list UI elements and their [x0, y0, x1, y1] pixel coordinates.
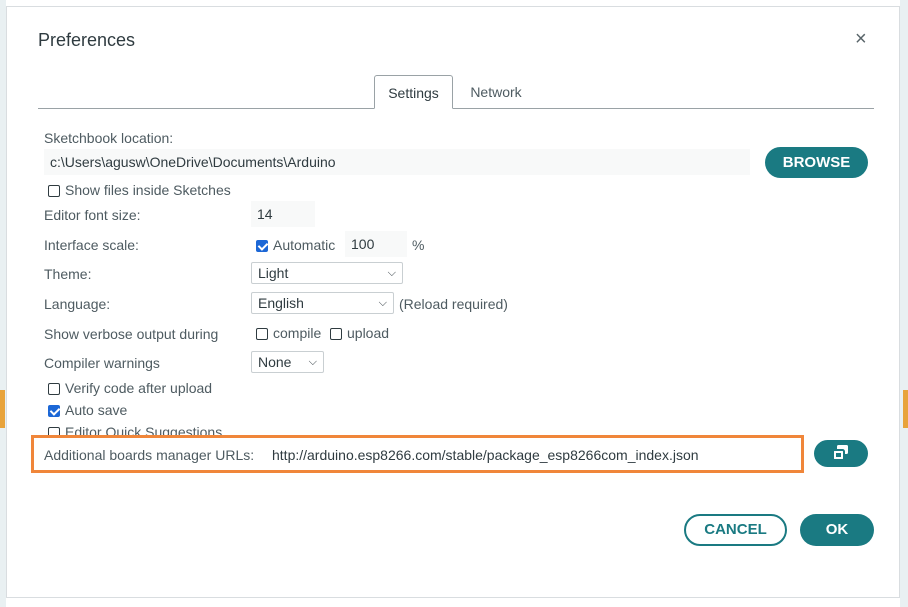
chevron-down-icon: ⌵: [387, 267, 396, 279]
board-urls-label: Additional boards manager URLs:: [44, 447, 255, 463]
ok-button[interactable]: OK: [800, 514, 874, 546]
theme-value: Light: [258, 265, 289, 281]
auto-save-checkbox-box[interactable]: [48, 405, 60, 417]
chevron-down-icon: ⌵: [308, 356, 317, 368]
show-files-checkbox-box[interactable]: [48, 185, 60, 197]
background-accent-right: [903, 390, 908, 428]
automatic-checkbox[interactable]: Automatic: [256, 237, 335, 253]
interface-scale-unit: %: [412, 237, 425, 253]
verify-label: Verify code after upload: [65, 380, 213, 396]
font-size-input[interactable]: 14: [251, 201, 315, 227]
theme-select[interactable]: Light ⌵: [251, 262, 403, 284]
background-strip-right: [900, 0, 908, 607]
dialog-title: Preferences: [38, 30, 136, 50]
board-urls-input[interactable]: http://arduino.esp8266.com/stable/packag…: [266, 442, 796, 468]
compile-checkbox[interactable]: compile: [256, 325, 321, 341]
verify-checkbox[interactable]: Verify code after upload: [48, 380, 212, 396]
interface-scale-input[interactable]: 100: [345, 231, 407, 257]
upload-checkbox-box[interactable]: [330, 328, 342, 340]
language-select[interactable]: English ⌵: [251, 292, 394, 314]
sketchbook-input[interactable]: c:\Users\agusw\OneDrive\Documents\Arduin…: [44, 149, 750, 175]
tab-network[interactable]: Network: [460, 75, 532, 109]
interface-scale-label: Interface scale:: [44, 237, 139, 253]
compile-checkbox-box[interactable]: [256, 328, 268, 340]
font-size-label: Editor font size:: [44, 207, 141, 223]
theme-label: Theme:: [44, 266, 92, 282]
upload-label: upload: [347, 325, 390, 341]
close-icon[interactable]: ×: [855, 28, 867, 51]
compile-label: compile: [273, 325, 322, 341]
show-files-checkbox[interactable]: Show files inside Sketches: [48, 182, 231, 198]
upload-checkbox[interactable]: upload: [330, 325, 389, 341]
browse-button[interactable]: BROWSE: [765, 147, 868, 178]
language-value: English: [258, 295, 304, 311]
show-files-label: Show files inside Sketches: [65, 182, 231, 198]
tab-settings[interactable]: Settings: [374, 75, 453, 109]
compiler-warnings-label: Compiler warnings: [44, 355, 160, 371]
automatic-checkbox-box[interactable]: [256, 240, 268, 252]
open-window-button[interactable]: [814, 440, 868, 467]
language-label: Language:: [44, 296, 111, 312]
verify-checkbox-box[interactable]: [48, 383, 60, 395]
reload-note: (Reload required): [399, 296, 508, 312]
cancel-button[interactable]: CANCEL: [684, 514, 787, 546]
compiler-warnings-value: None: [258, 354, 292, 370]
tabs-divider: [38, 108, 874, 109]
verbose-label: Show verbose output during: [44, 326, 219, 342]
auto-save-checkbox[interactable]: Auto save: [48, 402, 127, 418]
auto-save-label: Auto save: [65, 402, 128, 418]
chevron-down-icon: ⌵: [378, 297, 387, 309]
open-window-icon: [832, 445, 848, 461]
sketchbook-label: Sketchbook location:: [44, 130, 174, 146]
automatic-label: Automatic: [273, 237, 336, 253]
compiler-warnings-select[interactable]: None ⌵: [251, 351, 324, 373]
background-accent-left: [0, 390, 5, 428]
